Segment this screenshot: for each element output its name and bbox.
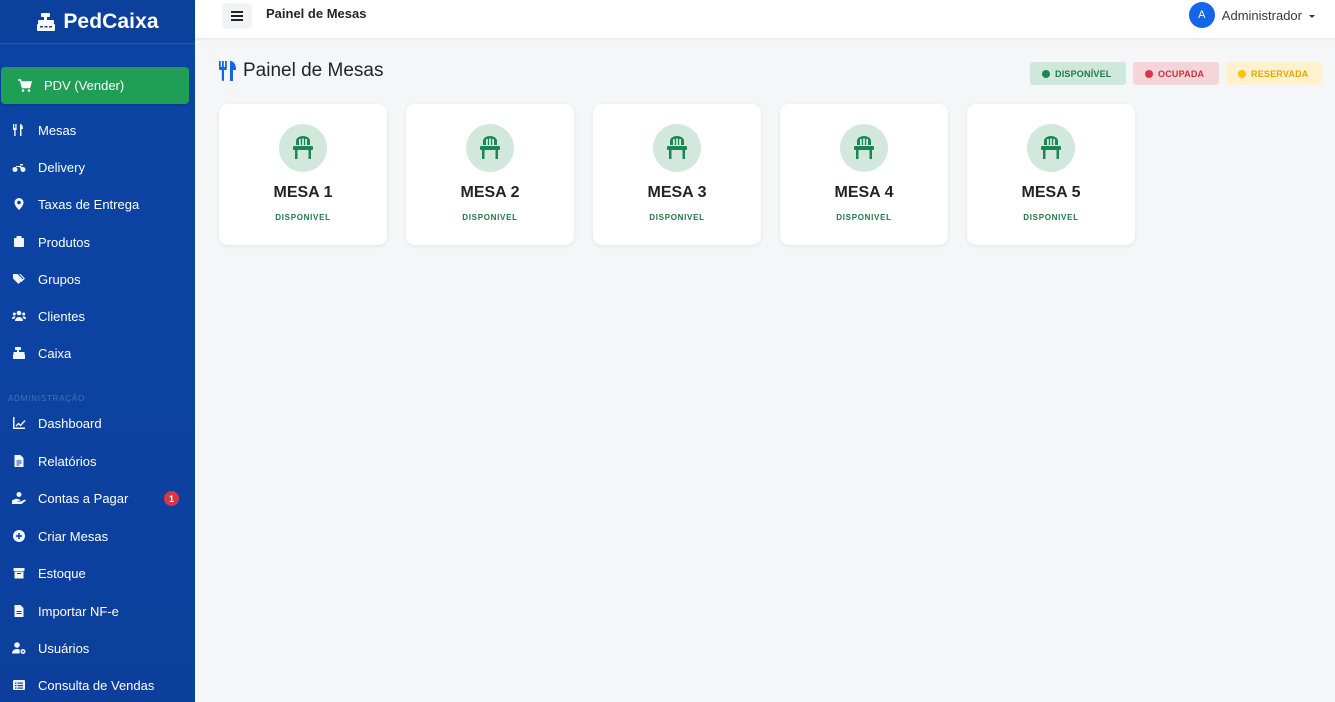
sidebar-item-usuarios[interactable]: Usuários: [0, 633, 195, 663]
table-status: DISPONIVEL: [649, 213, 705, 222]
table-name: MESA 1: [273, 184, 333, 201]
sidebar-item-estoque[interactable]: Estoque: [0, 558, 195, 588]
file-import-icon: [12, 604, 26, 618]
chevron-down-icon: [1309, 14, 1315, 18]
sidebar-item-label: Consulta de Vendas: [38, 677, 155, 693]
tags-icon: [12, 272, 26, 286]
topbar: Painel de Mesas A Administrador: [195, 0, 1335, 38]
sidebar-item-label: Usuários: [38, 640, 90, 656]
list-alt-icon: [12, 678, 26, 692]
sidebar: PedCaixa PDV (Vender) Mesas Delivery Tax…: [0, 0, 195, 702]
user-gear-icon: [12, 641, 26, 655]
plus-circle-icon: [12, 529, 26, 543]
sidebar-item-label: Grupos: [38, 271, 81, 287]
pdv-button[interactable]: PDV (Vender): [1, 67, 189, 104]
table-status: DISPONIVEL: [462, 213, 518, 222]
chair-icon: [293, 136, 313, 159]
sidebar-item-label: Delivery: [38, 159, 85, 175]
sidebar-item-label: Caixa: [38, 345, 72, 361]
chart-line-icon: [12, 416, 26, 430]
status-dot: [1145, 69, 1153, 78]
page-header: Painel de Mesas: [219, 60, 383, 82]
table-card[interactable]: MESA 3 DISPONIVEL: [593, 104, 761, 245]
sidebar-item-mesas[interactable]: Mesas: [0, 115, 195, 145]
table-status: DISPONIVEL: [836, 213, 892, 222]
users-icon: [12, 309, 26, 323]
cart-icon: [18, 78, 32, 92]
hamburger-icon: [231, 11, 243, 21]
sidebar-item-label: Estoque: [38, 565, 86, 581]
legend-disponivel: DISPONÍVEL: [1030, 62, 1126, 85]
table-card[interactable]: MESA 1 DISPONIVEL: [219, 104, 387, 245]
legend-label: RESERVADA: [1251, 68, 1309, 79]
page-title: Painel de Mesas: [243, 60, 384, 81]
sidebar-item-criar-mesas[interactable]: Criar Mesas: [0, 521, 195, 551]
sidebar-item-taxas-entrega[interactable]: Taxas de Entrega: [0, 189, 195, 219]
table-status: DISPONIVEL: [275, 213, 331, 222]
table-card[interactable]: MESA 2 DISPONIVEL: [406, 104, 574, 245]
table-name: MESA 2: [460, 184, 520, 201]
hand-holding-dollar-icon: [12, 491, 26, 505]
menu-toggle-button[interactable]: [222, 3, 252, 29]
sidebar-item-label: Dashboard: [38, 415, 102, 431]
map-pin-icon: [12, 197, 26, 211]
sidebar-item-importar-nfe[interactable]: Importar NF-e: [0, 596, 195, 626]
sidebar-item-dashboard[interactable]: Dashboard: [0, 408, 195, 438]
sidebar-item-label: Produtos: [38, 234, 91, 250]
sidebar-item-label: Relatórios: [38, 453, 97, 469]
table-name: MESA 5: [1021, 184, 1081, 201]
sidebar-item-caixa[interactable]: Caixa: [0, 338, 195, 368]
chair-icon: [1041, 136, 1061, 159]
section-label-admin: ADMINISTRAÇÃO: [8, 394, 86, 403]
sidebar-item-label: Taxas de Entrega: [38, 196, 140, 212]
sidebar-item-grupos[interactable]: Grupos: [0, 264, 195, 294]
table-name: MESA 3: [647, 184, 707, 201]
chair-icon: [667, 136, 687, 159]
sidebar-item-label: Criar Mesas: [38, 528, 109, 544]
cash-register-icon: [12, 346, 26, 360]
motorcycle-icon: [12, 160, 26, 174]
status-dot: [1042, 69, 1050, 78]
sidebar-item-label: Importar NF-e: [38, 603, 119, 619]
legend-ocupada: OCUPADA: [1133, 62, 1219, 85]
sidebar-item-label: Mesas: [38, 122, 77, 138]
status-dot: [1238, 69, 1246, 78]
sidebar-item-clientes[interactable]: Clientes: [0, 301, 195, 331]
warehouse-icon: [12, 566, 26, 580]
brand[interactable]: PedCaixa: [0, 0, 195, 44]
sidebar-item-consulta-vendas[interactable]: Consulta de Vendas: [0, 670, 195, 700]
utensils-icon: [219, 61, 236, 81]
user-name: Administrador: [1221, 7, 1302, 23]
sidebar-item-delivery[interactable]: Delivery: [0, 152, 195, 182]
topbar-title: Painel de Mesas: [266, 6, 367, 21]
table-status: DISPONIVEL: [1023, 213, 1079, 222]
chair-icon-container: [466, 124, 514, 172]
chair-icon-container: [1027, 124, 1075, 172]
box-icon: [12, 235, 26, 249]
sidebar-item-produtos[interactable]: Produtos: [0, 227, 195, 257]
legend-reservada: RESERVADA: [1226, 62, 1322, 85]
table-name: MESA 4: [834, 184, 894, 201]
chair-icon: [854, 136, 874, 159]
table-card[interactable]: MESA 4 DISPONIVEL: [780, 104, 948, 245]
legend-label: OCUPADA: [1158, 68, 1205, 79]
user-menu[interactable]: A Administrador: [1188, 2, 1315, 28]
chair-icon-container: [279, 124, 327, 172]
notification-badge: 1: [164, 491, 179, 506]
brand-name: PedCaixa: [63, 9, 159, 33]
legend-label: DISPONÍVEL: [1055, 68, 1112, 79]
cash-register-icon: [37, 12, 56, 31]
chair-icon-container: [653, 124, 701, 172]
chair-icon: [480, 136, 500, 159]
sidebar-item-label: Contas a Pagar: [38, 490, 129, 506]
utensils-icon: [12, 123, 26, 137]
chair-icon-container: [840, 124, 888, 172]
sidebar-item-label: Clientes: [38, 308, 85, 324]
sidebar-item-relatorios[interactable]: Relatórios: [0, 446, 195, 476]
table-card[interactable]: MESA 5 DISPONIVEL: [967, 104, 1135, 245]
avatar: A: [1188, 2, 1215, 28]
file-report-icon: [12, 454, 26, 468]
pdv-label: PDV (Vender): [44, 78, 125, 93]
